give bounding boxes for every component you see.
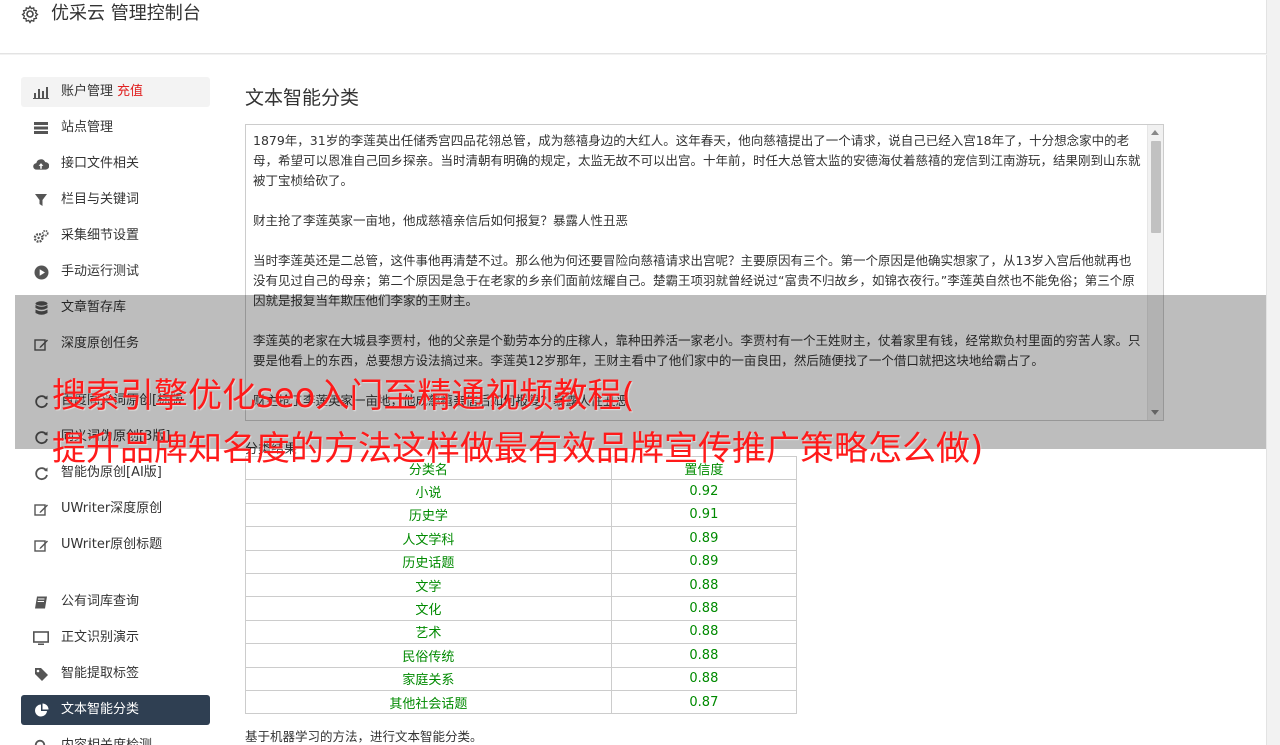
sidebar-item-public-lexicon[interactable]: 公有词库查询 <box>21 587 210 617</box>
table-row: 历史学 0.91 <box>245 502 798 528</box>
sidebar-item-label: UWriter原创标题 <box>61 537 163 552</box>
confidence-cell: 0.88 <box>610 619 798 645</box>
confidence-cell: 0.88 <box>610 596 798 621</box>
table-row: 民俗传统 0.88 <box>245 643 798 668</box>
sidebar-item-sites[interactable]: 站点管理 <box>21 113 210 143</box>
search-icon <box>33 738 49 745</box>
confidence-cell: 0.89 <box>610 526 798 551</box>
footnote: 基于机器学习的方法，进行文本智能分类。 <box>245 729 483 744</box>
server-icon <box>33 120 49 136</box>
sidebar-item-text-classify[interactable]: 文本智能分类 <box>21 695 210 725</box>
sidebar-item-account[interactable]: 账户管理 充值 <box>21 77 210 107</box>
sidebar-item-extract-tags[interactable]: 智能提取标签 <box>21 659 210 689</box>
gear-icon[interactable] <box>20 4 40 24</box>
table-row: 人文学科 0.89 <box>245 526 798 551</box>
confidence-cell: 0.88 <box>610 643 798 668</box>
sidebar-item-columns-keywords[interactable]: 栏目与关键词 <box>21 185 210 215</box>
sidebar-item-label: 文本智能分类 <box>61 702 140 717</box>
edit-icon <box>33 537 49 553</box>
refresh-icon <box>33 465 49 481</box>
sidebar-item-label: 站点管理 <box>61 120 114 135</box>
sidebar-item-label: 账户管理 <box>61 84 114 99</box>
monitor-icon <box>33 630 49 646</box>
table-row: 家庭关系 0.88 <box>245 666 798 691</box>
confidence-cell: 0.92 <box>610 479 798 504</box>
bar-chart-icon <box>33 84 49 100</box>
pie-chart-icon <box>33 702 49 718</box>
category-cell: 艺术 <box>245 619 612 645</box>
table-row: 小说 0.92 <box>245 479 798 504</box>
confidence-cell: 0.91 <box>610 502 798 528</box>
book-icon <box>33 594 49 610</box>
scroll-up-arrow-icon[interactable] <box>1151 130 1159 135</box>
top-bar: 优采云 管理控制台 <box>0 0 1267 54</box>
sidebar-item-collect-settings[interactable]: 采集细节设置 <box>21 221 210 251</box>
sidebar-item-label: 采集细节设置 <box>61 228 140 243</box>
sidebar-item-interface-files[interactable]: 接口文件相关 <box>21 149 210 179</box>
sidebar-item-label: 内容相关度检测 <box>61 737 152 745</box>
scrollbar-thumb[interactable] <box>1151 141 1161 233</box>
watermark-line-2: 提升品牌知名度的方法这样做最有效品牌宣传推广策略怎么做) <box>52 429 984 469</box>
confidence-cell: 0.88 <box>610 666 798 691</box>
sidebar-item-label: 智能提取标签 <box>61 666 140 681</box>
confidence-cell: 0.89 <box>610 549 798 574</box>
classification-table: 分类名 置信度 小说 0.92 历史学 0.91 人文学科 0.89 历史话题 0.89… <box>245 455 798 715</box>
category-cell: 历史话题 <box>245 549 612 574</box>
recharge-link[interactable]: 充值 <box>117 84 143 99</box>
sidebar-item-label: 栏目与关键词 <box>61 192 140 207</box>
page-title: 文本智能分类 <box>245 87 360 109</box>
play-circle-icon <box>33 264 49 280</box>
sidebar-item-label: 公有词库查询 <box>61 594 140 609</box>
article-paragraph: 财主抢了李莲英家一亩地，他成慈禧亲信后如何报复？暴露人性丑恶 <box>253 213 629 228</box>
sidebar-item-label: UWriter深度原创 <box>61 501 163 516</box>
sidebar-item-uwriter-title[interactable]: UWriter原创标题 <box>21 530 210 560</box>
confidence-cell: 0.88 <box>610 572 798 598</box>
article-paragraph: 1879年，31岁的李莲英出任储秀宫四品花翎总管，成为慈禧身边的大红人。这年春天… <box>253 133 1141 188</box>
sidebar-item-relevance-check[interactable]: 内容相关度检测 <box>21 731 210 745</box>
sidebar-item-manual-test[interactable]: 手动运行测试 <box>21 257 210 287</box>
gears-icon <box>33 228 49 244</box>
sidebar-item-label: 正文识别演示 <box>61 630 140 645</box>
app-title: 优采云 管理控制台 <box>51 3 201 24</box>
confidence-cell: 0.87 <box>610 689 798 715</box>
table-row: 历史话题 0.89 <box>245 549 798 574</box>
table-row: 文学 0.88 <box>245 572 798 598</box>
sidebar-item-label: 接口文件相关 <box>61 156 140 171</box>
category-cell: 文学 <box>245 572 612 598</box>
table-row: 艺术 0.88 <box>245 619 798 645</box>
sidebar-item-label: 手动运行测试 <box>61 264 140 279</box>
filter-icon <box>33 192 49 208</box>
table-row: 其他社会话题 0.87 <box>245 689 798 715</box>
sidebar-item-text-recognition[interactable]: 正文识别演示 <box>21 623 210 653</box>
category-cell: 文化 <box>245 596 612 621</box>
sidebar-item-uwriter-deep[interactable]: UWriter深度原创 <box>21 494 210 524</box>
watermark-headline: 搜索引擎优化seo入门至精通视频教程( 提升品牌知名度的方法这样做最有效品牌宣传… <box>52 370 1272 476</box>
table-row: 文化 0.88 <box>245 596 798 621</box>
category-cell: 其他社会话题 <box>245 689 612 715</box>
cloud-upload-icon <box>33 156 49 172</box>
category-cell: 家庭关系 <box>245 666 612 691</box>
watermark-line-1: 搜索引擎优化seo入门至精通视频教程( <box>52 376 635 416</box>
edit-icon <box>33 501 49 517</box>
category-cell: 人文学科 <box>245 526 612 551</box>
tag-icon <box>33 666 49 682</box>
category-cell: 民俗传统 <box>245 643 612 668</box>
category-cell: 历史学 <box>245 502 612 528</box>
category-cell: 小说 <box>245 479 612 504</box>
